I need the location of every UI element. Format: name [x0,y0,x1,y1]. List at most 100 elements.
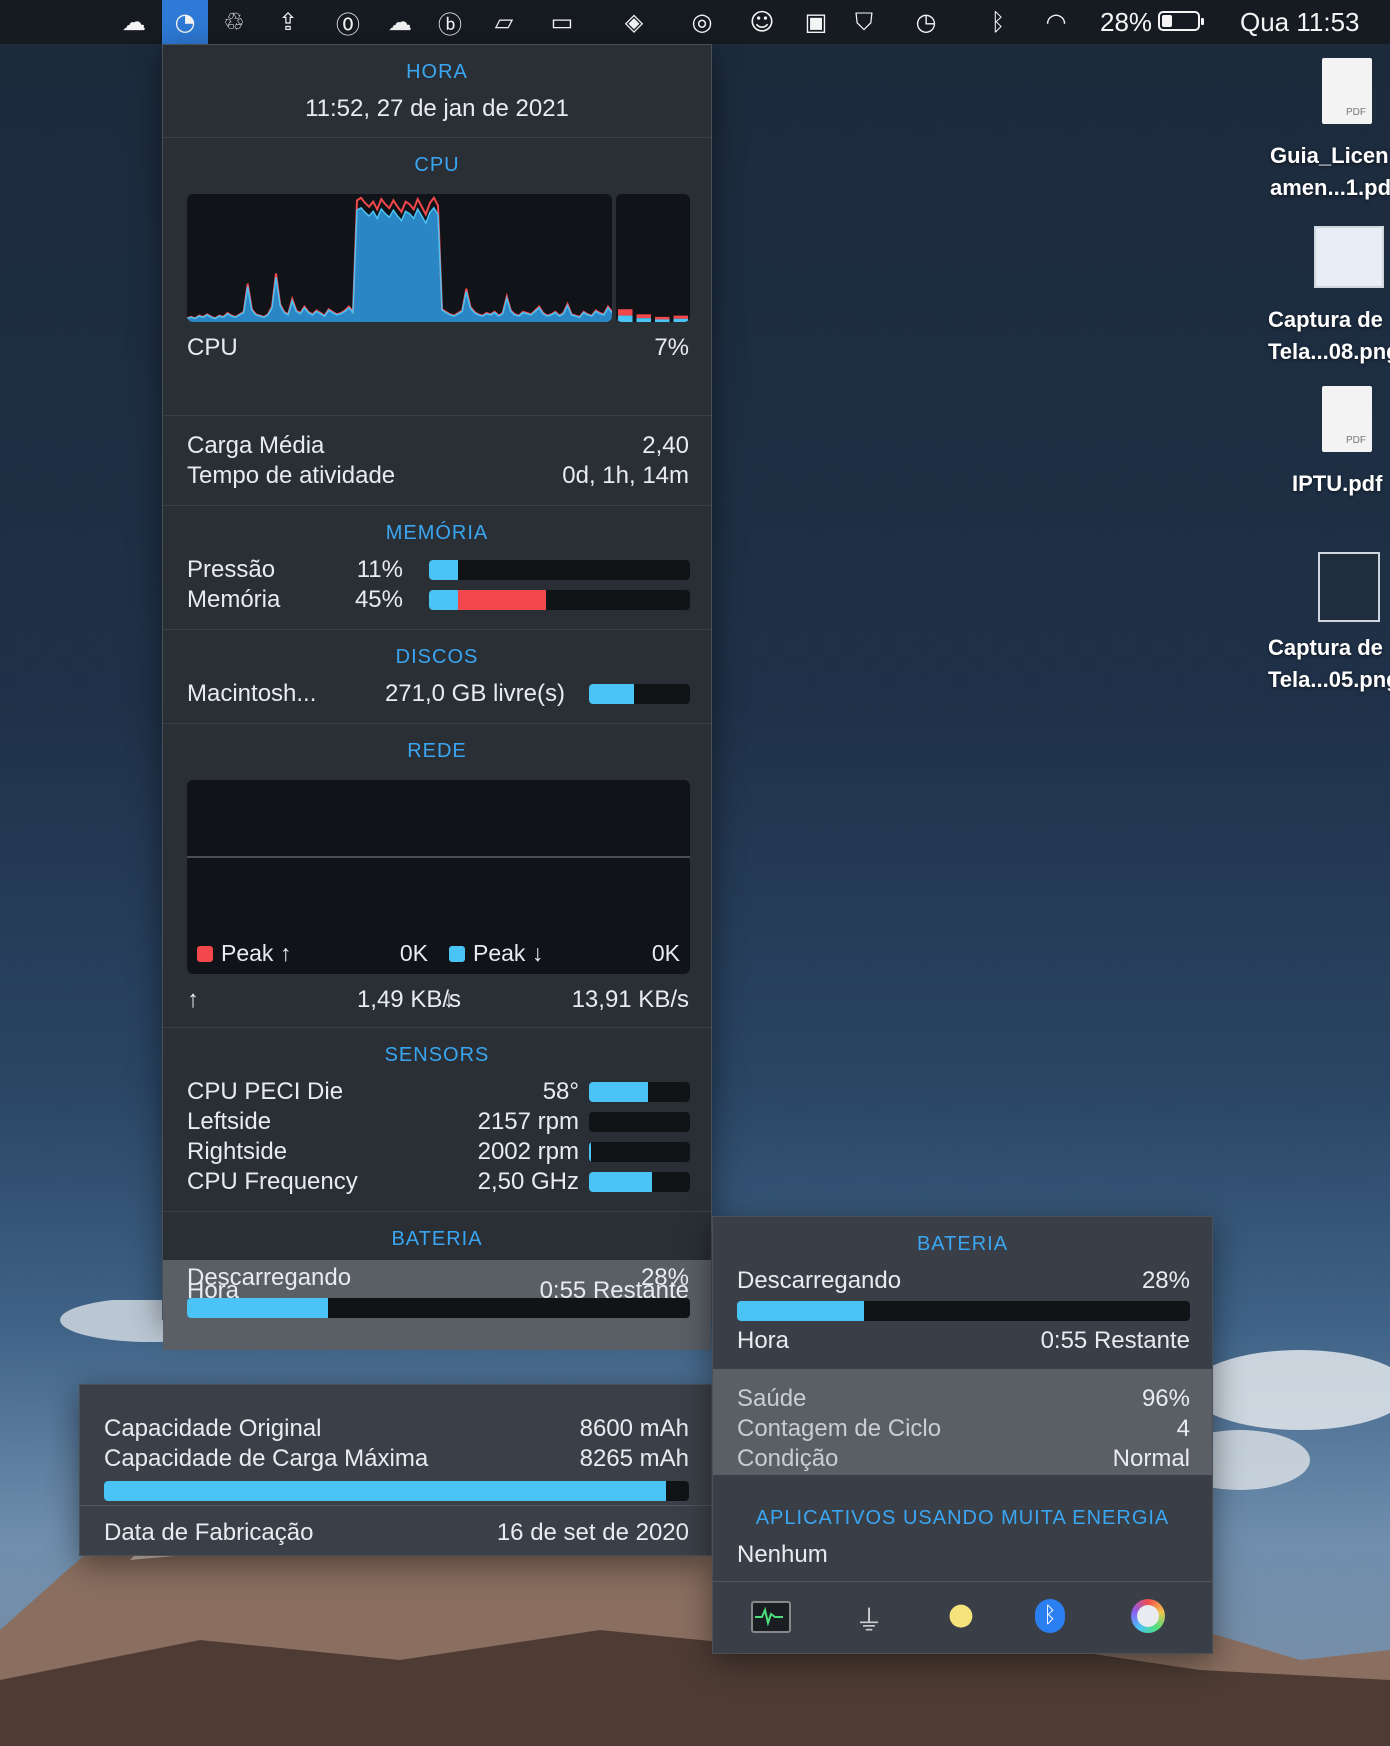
desktop-item-label: Captura de Tela...08.png [1268,307,1390,364]
section-title: CPU [414,154,460,176]
cloud-icon[interactable]: ☁ [118,6,150,38]
time-machine-icon[interactable]: ◷ [910,6,942,38]
desktop-item-label: IPTU.pdf [1292,471,1383,496]
disk-usage-bar [589,684,690,704]
sync-icon[interactable]: ♲ [218,6,250,38]
sensor-bar [589,1082,690,1102]
sensor-value: 2,50 GHz [477,1168,579,1195]
max-capacity-label: Capacidade de Carga Máxima [104,1445,429,1472]
bartender-icon[interactable]: ⓑ [434,6,466,39]
istat-icon[interactable] [1131,1599,1165,1633]
vpn-icon[interactable]: ◈ [618,6,650,38]
manufacture-date-label: Data de Fabricação [104,1519,314,1546]
sensor-label: CPU Frequency [187,1168,358,1195]
original-capacity-value: 8600 mAh [579,1415,689,1442]
load-average-label: Carga Média [187,432,325,459]
sensor-label: Rightside [187,1138,288,1165]
face-icon[interactable]: ☺ [746,6,778,38]
pdf-file-icon[interactable]: PDF [1322,386,1372,452]
memory-label: Memória [187,586,281,613]
bluetooth-icon[interactable]: ᛒ [982,6,1014,38]
uptime-value: 0d, 1h, 14m [562,462,689,489]
cpu-recent-bar-user [655,319,670,322]
app-icon[interactable]: ◎ [686,6,718,38]
notes-icon[interactable]: ▱ [488,6,520,38]
section-discos: DISCOS Macintosh... 271,0 GB livre(s) [163,630,711,724]
battery-time-value: 0:55 Restante [539,1277,689,1304]
pdf-file-icon[interactable]: PDF [1322,58,1372,124]
section-load: Carga Média 2,40 Tempo de atividade 0d, … [163,416,711,506]
upload-cloud-icon[interactable]: ⇪ [272,6,304,38]
istat-icon-center [1137,1605,1159,1627]
health-label: Saúde [737,1385,807,1412]
1password-icon[interactable]: ⓪ [332,6,364,39]
cpu-recent-graph[interactable] [616,194,690,322]
pressure-bar [429,560,690,580]
battery-level-bar [737,1301,1190,1321]
download-swatch [449,946,465,962]
peak-download: Peak ↓ [449,940,543,967]
pressure-value: 11% [356,556,403,583]
cloud-icon[interactable]: ☁ [384,6,416,38]
menu-bar: ☁ ◔ ♲ ⇪ ⓪ ☁ ⓑ ▱ ▭ ◈ ◎ ☺ ▣ ⛉ ◷ ᛒ ◠ 28% Qu… [0,0,1390,44]
activity-monitor-glyph [755,1606,783,1627]
sensor-bar-fill [589,1082,648,1102]
cpu-recent-bar-system [618,309,633,316]
battery-time-label: Hora [737,1327,790,1354]
battery-status-label: Descarregando [737,1267,902,1294]
sensor-bar-fill [589,1172,652,1192]
upload-arrow: ↑ [187,986,199,1013]
istat-menus-icon[interactable]: ◔ [169,6,201,38]
menubar-clock[interactable]: Qua 11:53 [1240,7,1360,38]
condition-value: Normal [1112,1445,1190,1472]
cpu-recent-bar-system [655,316,670,320]
network-graph-baseline [187,856,690,858]
sensor-value: 2002 rpm [477,1138,579,1165]
battery-time-label: Hora [187,1277,240,1304]
battery-status-value: 28% [1141,1267,1190,1294]
cpu-recent-bar-user [636,318,651,322]
divider [713,1581,1212,1582]
memory-bar-wired-fill [457,590,547,610]
sensor-value: 2157 rpm [477,1108,579,1135]
load-average-value: 2,40 [642,432,689,459]
wd-icon[interactable]: ▣ [800,6,832,38]
activity-monitor-icon[interactable] [751,1601,791,1633]
cpu-history-graph[interactable] [187,194,612,322]
peak-upload-value: 0K [399,940,428,966]
network-graph[interactable]: Peak ↑ 0K Peak ↓ 0K [187,780,690,974]
screenshot-file-icon[interactable] [1318,552,1380,622]
section-title: BATERIA [391,1228,483,1250]
section-memoria: MEMÓRIA Pressão 11% Memória 45% [163,506,711,630]
desktop-item-label: Guia_Licen amen...1.pdf [1270,143,1390,200]
lightbulb-icon[interactable]: ● [943,1597,979,1633]
section-title: MEMÓRIA [385,522,489,544]
battery-level-bar-fill [737,1301,864,1321]
disk-usage-bar-fill [589,684,635,704]
section-title: REDE [407,740,467,762]
display-icon[interactable]: ▭ [546,6,578,38]
bluetooth-icon[interactable]: ᛒ [1035,1599,1065,1633]
sensor-label: CPU PECI Die [187,1078,344,1105]
memory-bar [429,590,690,610]
cpu-value: 7% [654,334,689,361]
battery-time-value: 0:55 Restante [1040,1327,1190,1354]
cpu-recent-chart [618,309,688,322]
section-rede: REDE Peak ↑ 0K Peak ↓ 0K ↑ 1,49 KB/s ↓ 1… [163,724,711,1028]
cpu-recent-bar-system [636,314,651,319]
usb-icon[interactable]: ⏚ [851,1599,887,1637]
memory-value: 45% [354,586,403,613]
screenshot-file-icon[interactable] [1314,226,1384,288]
section-title: HORA [406,61,468,83]
max-capacity-value: 8265 mAh [579,1445,689,1472]
peak-upload: Peak ↑ [197,940,291,967]
memory-bar-app-fill [429,590,458,610]
cpu-recent-bar-user [673,318,688,322]
disk-name: Macintosh... [187,680,317,707]
wifi-icon[interactable]: ◠ [1040,6,1072,38]
shield-check-icon[interactable]: ⛉ [848,6,880,38]
uptime-label: Tempo de atividade [187,462,396,489]
battery-icon[interactable] [1158,11,1204,31]
section-sensors: SENSORS CPU PECI Die 58° Leftside 2157 r… [163,1028,711,1212]
cpu-recent-bar-system [673,315,688,319]
